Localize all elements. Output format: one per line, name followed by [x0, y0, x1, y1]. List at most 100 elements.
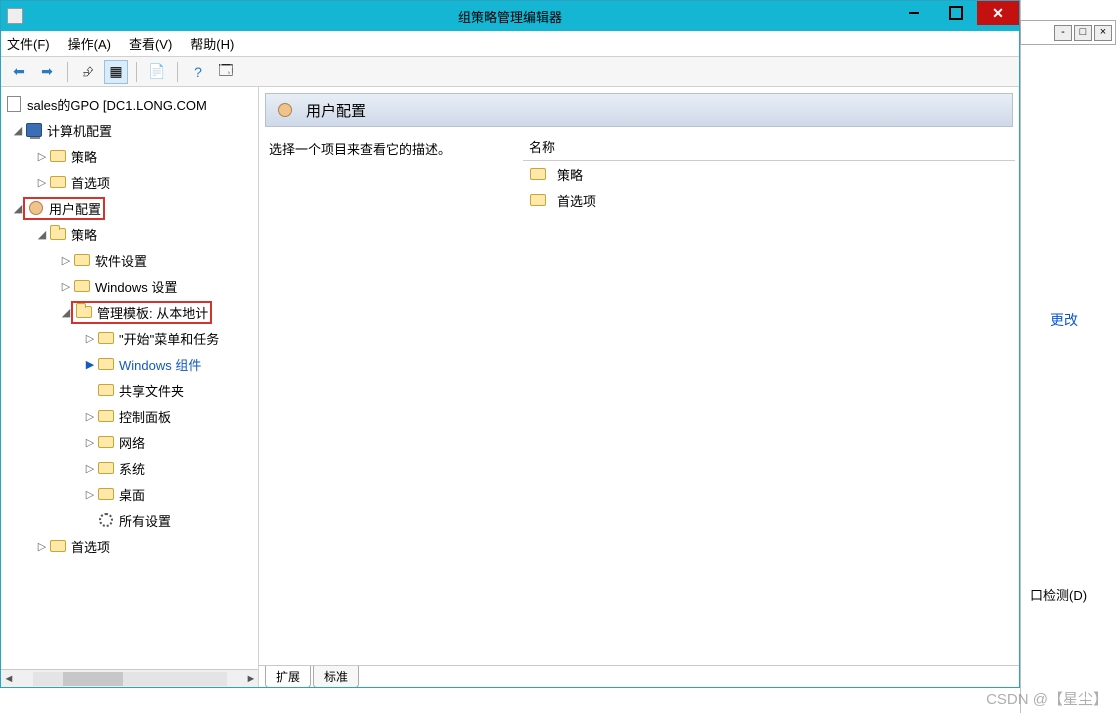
folder-icon: [49, 226, 67, 242]
menu-file[interactable]: 文件(F): [7, 34, 50, 53]
up-button[interactable]: ⮵: [76, 60, 100, 84]
tree-admin-templates[interactable]: ◢ 管理模板: 从本地计: [1, 299, 258, 325]
folder-icon: [49, 148, 67, 164]
tree-all-settings[interactable]: 所有设置: [1, 507, 258, 533]
expand-icon[interactable]: ▷: [59, 280, 73, 293]
bg-restore-button[interactable]: □: [1074, 25, 1092, 41]
document-icon: [5, 96, 23, 112]
content-header: 用户配置: [265, 93, 1013, 127]
tree-label: 所有设置: [119, 511, 171, 530]
tree-label: "开始"菜单和任务: [119, 329, 219, 348]
back-button[interactable]: ⬅: [7, 60, 31, 84]
tree-user-config[interactable]: ◢ 用户配置: [1, 195, 258, 221]
computer-icon: [25, 122, 43, 138]
content-pane: 用户配置 选择一个项目来查看它的描述。 名称 策略 首选项 扩展: [259, 87, 1019, 687]
tree-label: 管理模板: 从本地计: [97, 303, 208, 322]
expand-icon[interactable]: ▶: [83, 358, 97, 371]
column-header-name[interactable]: 名称: [523, 133, 1015, 161]
tree-desktop[interactable]: ▷ 桌面: [1, 481, 258, 507]
tree-label: 策略: [71, 147, 97, 166]
menubar: 文件(F) 操作(A) 查看(V) 帮助(H): [1, 31, 1019, 57]
nav-tree[interactable]: sales的GPO [DC1.LONG.COM ◢ 计算机配置 ▷ 策略 ▷ 首…: [1, 87, 259, 687]
content-tabs: 扩展 标准: [259, 665, 1019, 687]
export-icon: 📄: [148, 63, 165, 80]
tree-label: 首选项: [71, 173, 110, 192]
watermark: CSDN @【星尘】: [986, 688, 1108, 709]
tree-system[interactable]: ▷ 系统: [1, 455, 258, 481]
collapse-icon[interactable]: ◢: [35, 228, 49, 241]
expand-icon[interactable]: ▷: [35, 150, 49, 163]
tree-label: 首选项: [71, 537, 110, 556]
tree-user-preferences[interactable]: ▷ 首选项: [1, 533, 258, 559]
content-description: 选择一个项目来查看它的描述。: [259, 127, 519, 665]
folder-icon: [73, 278, 91, 294]
toolbar-separator-3: [177, 62, 178, 82]
expand-icon[interactable]: ▷: [83, 436, 97, 449]
tree-windows-components[interactable]: ▶ Windows 组件: [1, 351, 258, 377]
expand-icon[interactable]: ▷: [35, 176, 49, 189]
scroll-track[interactable]: [33, 672, 227, 686]
tree-shared-folders[interactable]: 共享文件夹: [1, 377, 258, 403]
tree-computer-policy[interactable]: ▷ 策略: [1, 143, 258, 169]
tree-horizontal-scrollbar[interactable]: ◄ ►: [1, 669, 259, 687]
minimize-button[interactable]: [893, 1, 935, 25]
content-heading: 用户配置: [306, 100, 366, 121]
show-pane-button[interactable]: ▦: [104, 60, 128, 84]
tree-computer-preferences[interactable]: ▷ 首选项: [1, 169, 258, 195]
bg-change-link[interactable]: 更改: [1050, 310, 1078, 330]
tree-windows-settings[interactable]: ▷ Windows 设置: [1, 273, 258, 299]
bg-close-button[interactable]: ×: [1094, 25, 1112, 41]
tree-label: 桌面: [119, 485, 145, 504]
expand-icon[interactable]: ▷: [83, 332, 97, 345]
bg-detect-label: 口检测(D): [1030, 585, 1087, 604]
help-button[interactable]: ?: [186, 60, 210, 84]
tab-extended[interactable]: 扩展: [265, 666, 311, 687]
expand-icon[interactable]: ▷: [83, 462, 97, 475]
folder-icon: [529, 166, 547, 182]
tab-standard[interactable]: 标准: [313, 666, 359, 687]
folder-icon: [73, 252, 91, 268]
scroll-thumb[interactable]: [63, 672, 123, 686]
bg-minimize-button[interactable]: -: [1054, 25, 1072, 41]
expand-icon[interactable]: ▷: [83, 410, 97, 423]
tree-root[interactable]: sales的GPO [DC1.LONG.COM: [1, 91, 258, 117]
expand-icon[interactable]: ▷: [59, 254, 73, 267]
tree-network[interactable]: ▷ 网络: [1, 429, 258, 455]
expand-icon[interactable]: ▷: [83, 488, 97, 501]
tree-label: 软件设置: [95, 251, 147, 270]
forward-icon: ➡: [41, 63, 53, 80]
tree-software-settings[interactable]: ▷ 软件设置: [1, 247, 258, 273]
list-item-preferences[interactable]: 首选项: [523, 187, 1015, 213]
app-icon: [7, 8, 23, 24]
toolbar-separator: [67, 62, 68, 82]
menu-action[interactable]: 操作(A): [68, 34, 111, 53]
close-button[interactable]: ✕: [977, 1, 1019, 25]
tree-computer-config-label: 计算机配置: [47, 121, 112, 140]
scroll-left-icon[interactable]: ◄: [1, 673, 17, 685]
export-button[interactable]: 📄: [145, 60, 169, 84]
content-list[interactable]: 名称 策略 首选项: [519, 127, 1019, 665]
forward-button[interactable]: ➡: [35, 60, 59, 84]
folder-icon: [97, 330, 115, 346]
tree-control-panel[interactable]: ▷ 控制面板: [1, 403, 258, 429]
toolbar: ⬅ ➡ ⮵ ▦ 📄 ? 🗔: [1, 57, 1019, 87]
folder-icon: [49, 174, 67, 190]
collapse-icon[interactable]: ◢: [11, 124, 25, 137]
properties-button[interactable]: 🗔: [214, 60, 238, 84]
folder-icon: [97, 460, 115, 476]
tree-computer-config[interactable]: ◢ 计算机配置: [1, 117, 258, 143]
scroll-right-icon[interactable]: ►: [243, 673, 259, 685]
tree-start-menu[interactable]: ▷ "开始"菜单和任务: [1, 325, 258, 351]
maximize-button[interactable]: [935, 1, 977, 25]
titlebar[interactable]: 组策略管理编辑器 ✕: [1, 1, 1019, 31]
tree-user-policy[interactable]: ◢ 策略: [1, 221, 258, 247]
up-icon: ⮵: [82, 63, 93, 80]
menu-view[interactable]: 查看(V): [129, 34, 172, 53]
background-panel: [1020, 0, 1116, 713]
list-item-policy[interactable]: 策略: [523, 161, 1015, 187]
menu-help[interactable]: 帮助(H): [190, 34, 234, 53]
list-item-label: 首选项: [557, 191, 596, 210]
tree-label: 策略: [71, 225, 97, 244]
back-icon: ⬅: [13, 63, 25, 80]
expand-icon[interactable]: ▷: [35, 540, 49, 553]
